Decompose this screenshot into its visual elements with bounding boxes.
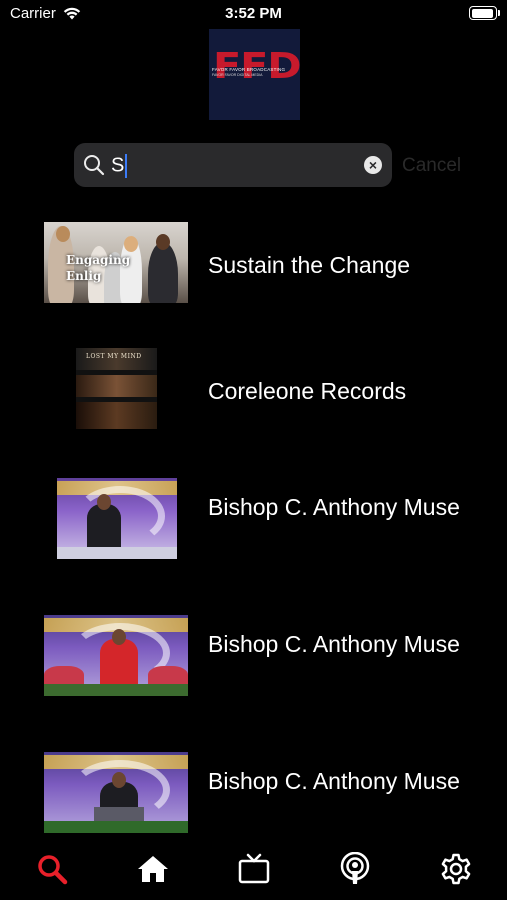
thumb-caption: Enlig: [66, 269, 102, 283]
list-item[interactable]: Engaging Enlig Sustain the Change: [0, 222, 507, 303]
list-item[interactable]: LOST MY MIND Coreleone Records: [0, 348, 507, 429]
tab-podcasts[interactable]: [338, 851, 372, 886]
search-icon: [38, 855, 68, 885]
podcast-icon: [340, 851, 370, 884]
logo-text: FAVOR FAVOR BROADCASTING: [212, 67, 286, 72]
video-thumbnail: [44, 752, 188, 833]
logo-tagline: FAVOR FAVOR DIGITAL MEDIA: [212, 73, 263, 77]
result-title: Bishop C. Anthony Muse: [208, 768, 460, 794]
clear-icon[interactable]: ×: [364, 156, 382, 174]
status-time: 3:52 PM: [225, 5, 282, 22]
list-item[interactable]: Bishop C. Anthony Muse: [0, 615, 507, 696]
tab-tv[interactable]: [237, 852, 271, 886]
result-title: Bishop C. Anthony Muse: [208, 494, 460, 520]
search-field[interactable]: S ×: [74, 143, 392, 187]
video-thumbnail: [57, 478, 177, 559]
tab-home[interactable]: [136, 852, 170, 886]
result-title: Sustain the Change: [208, 252, 411, 278]
list-item[interactable]: Bishop C. Anthony Muse: [0, 752, 507, 833]
tab-settings[interactable]: [439, 852, 473, 886]
tv-icon: [238, 853, 270, 884]
video-thumbnail: Engaging Enlig: [44, 222, 188, 303]
video-thumbnail: [44, 615, 188, 696]
thumb-caption: Engaging: [66, 253, 131, 267]
battery-icon: [469, 6, 500, 20]
tab-bar: [0, 838, 507, 900]
settings-icon: [441, 853, 471, 885]
search-input-value: S: [111, 154, 125, 177]
list-item[interactable]: Bishop C. Anthony Muse: [0, 478, 507, 559]
home-icon: [138, 856, 168, 882]
search-icon: [84, 155, 105, 176]
tab-search[interactable]: [35, 852, 69, 886]
thumb-caption: LOST MY MIND: [86, 353, 142, 360]
text-caret: [125, 154, 128, 178]
result-title: Bishop C. Anthony Muse: [208, 631, 460, 657]
app-logo: FFD FAVOR FAVOR BROADCASTING FAVOR FAVOR…: [209, 29, 300, 120]
result-title: Coreleone Records: [208, 378, 407, 404]
video-thumbnail: LOST MY MIND: [76, 348, 157, 429]
status-bar: Carrier 3:52 PM: [0, 0, 507, 28]
search-input[interactable]: S: [111, 154, 128, 178]
cancel-button[interactable]: Cancel: [402, 155, 461, 177]
